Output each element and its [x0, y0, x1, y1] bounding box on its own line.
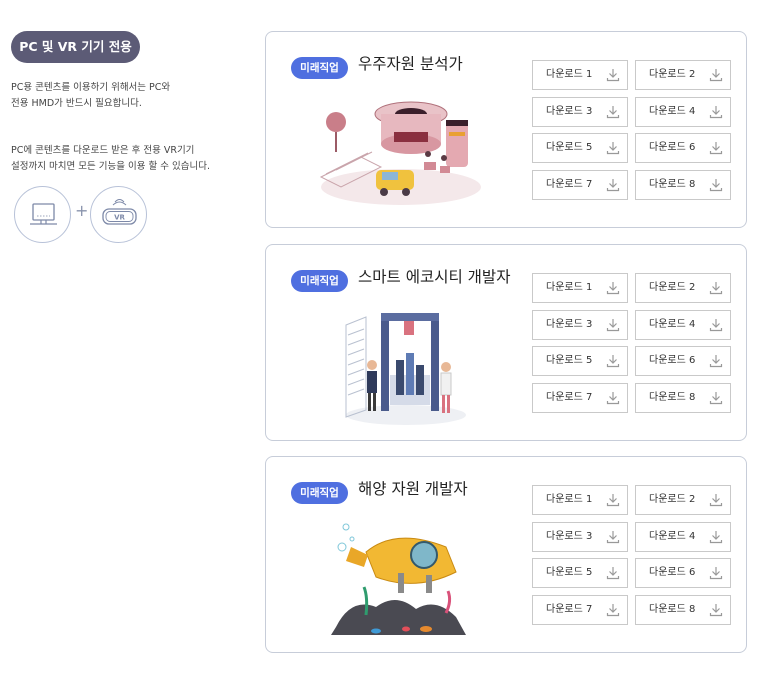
- download-button-1[interactable]: 다운로드 1: [532, 485, 628, 515]
- job-title: 스마트 에코시티 개발자: [358, 268, 511, 286]
- download-button-2[interactable]: 다운로드 2: [635, 485, 731, 515]
- download-button-4[interactable]: 다운로드 4: [635, 310, 731, 340]
- space-base-illustration: [306, 92, 496, 217]
- vr-headset-icon: VR: [90, 186, 147, 243]
- download-button-8[interactable]: 다운로드 8: [635, 595, 731, 625]
- future-job-badge: 미래직업: [291, 482, 348, 504]
- download-button-6[interactable]: 다운로드 6: [635, 558, 731, 588]
- plus-sign: +: [75, 201, 89, 220]
- download-button-6[interactable]: 다운로드 6: [635, 133, 731, 163]
- download-icon: [606, 355, 620, 368]
- download-button-3[interactable]: 다운로드 3: [532, 522, 628, 552]
- download-icon: [606, 69, 620, 82]
- download-icon: [709, 319, 723, 332]
- download-icon: [606, 531, 620, 544]
- download-button-5[interactable]: 다운로드 5: [532, 558, 628, 588]
- download-button-8[interactable]: 다운로드 8: [635, 170, 731, 200]
- job-title: 해양 자원 개발자: [358, 480, 468, 498]
- setup-instruction-text: PC에 콘텐츠를 다운로드 받은 후 전용 VR기기 설정까지 마치면 모든 기…: [11, 145, 210, 172]
- download-button-7[interactable]: 다운로드 7: [532, 595, 628, 625]
- download-button-5[interactable]: 다운로드 5: [532, 346, 628, 376]
- download-button-3[interactable]: 다운로드 3: [532, 97, 628, 127]
- download-button-7[interactable]: 다운로드 7: [532, 383, 628, 413]
- download-icon: [709, 392, 723, 405]
- download-button-7[interactable]: 다운로드 7: [532, 170, 628, 200]
- download-button-2[interactable]: 다운로드 2: [635, 60, 731, 90]
- download-button-1[interactable]: 다운로드 1: [532, 273, 628, 303]
- download-icon: [606, 604, 620, 617]
- job-card-ocean-resource: 미래직업 해양 자원 개발자 다운로드 1 다운로드 2 다운로드 3 다운로드…: [265, 456, 747, 653]
- download-icon: [606, 106, 620, 119]
- download-icon: [606, 392, 620, 405]
- submarine-illustration: [306, 517, 496, 642]
- download-button-5[interactable]: 다운로드 5: [532, 133, 628, 163]
- download-button-3[interactable]: 다운로드 3: [532, 310, 628, 340]
- download-icon: [709, 106, 723, 119]
- download-icon: [709, 494, 723, 507]
- download-icon: [709, 69, 723, 82]
- download-button-2[interactable]: 다운로드 2: [635, 273, 731, 303]
- job-card-smart-ecocity: 미래직업 스마트 에코시티 개발자 다운로드 1 다운로드 2 다운로드 3 다…: [265, 244, 747, 441]
- download-button-8[interactable]: 다운로드 8: [635, 383, 731, 413]
- future-job-badge: 미래직업: [291, 57, 348, 79]
- download-icon: [606, 567, 620, 580]
- download-icon: [709, 179, 723, 192]
- download-icon: [606, 142, 620, 155]
- download-button-6[interactable]: 다운로드 6: [635, 346, 731, 376]
- download-icon: [606, 282, 620, 295]
- download-icon: [606, 179, 620, 192]
- download-icon: [709, 567, 723, 580]
- download-button-4[interactable]: 다운로드 4: [635, 97, 731, 127]
- pc-monitor-icon: [14, 186, 71, 243]
- smart-city-illustration: [306, 305, 496, 430]
- job-card-space-resource: 미래직업 우주자원 분석가 다운로드 1 다운로드 2 다운로드 3 다운로드 …: [265, 31, 747, 228]
- download-icon: [709, 531, 723, 544]
- download-icon: [709, 142, 723, 155]
- requirement-text: PC용 콘텐츠를 이용하기 위해서는 PC와 전용 HMD가 반드시 필요합니다…: [11, 82, 171, 109]
- download-icon: [709, 282, 723, 295]
- download-icon: [606, 494, 620, 507]
- download-icon: [709, 355, 723, 368]
- future-job-badge: 미래직업: [291, 270, 348, 292]
- download-icon: [709, 604, 723, 617]
- download-icon: [606, 319, 620, 332]
- job-title: 우주자원 분석가: [358, 55, 463, 73]
- download-button-1[interactable]: 다운로드 1: [532, 60, 628, 90]
- device-type-pill: PC 및 VR 기기 전용: [11, 31, 140, 63]
- vr-label: VR: [114, 214, 125, 222]
- download-button-4[interactable]: 다운로드 4: [635, 522, 731, 552]
